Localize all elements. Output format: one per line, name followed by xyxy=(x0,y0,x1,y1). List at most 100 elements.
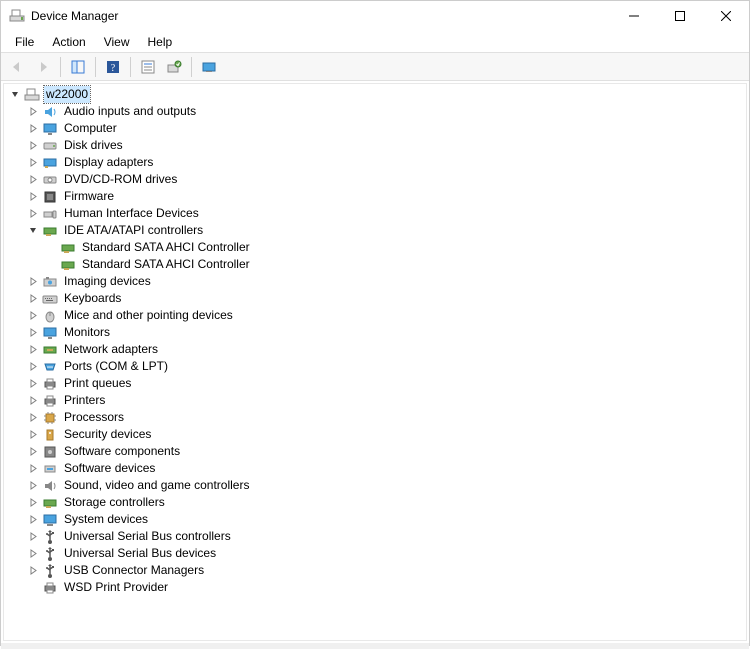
disk-icon xyxy=(42,138,58,154)
window-title: Device Manager xyxy=(31,9,611,23)
tree-category-hid[interactable]: Human Interface Devices xyxy=(4,205,746,222)
maximize-button[interactable] xyxy=(657,1,703,31)
software-device-icon xyxy=(42,461,58,477)
chevron-right-icon[interactable] xyxy=(26,139,40,153)
network-icon xyxy=(42,342,58,358)
tree-label: Network adapters xyxy=(62,341,160,358)
chevron-right-icon[interactable] xyxy=(26,207,40,221)
ide-controller-icon xyxy=(42,223,58,239)
chevron-right-icon[interactable] xyxy=(26,394,40,408)
tree-label: Human Interface Devices xyxy=(62,205,201,222)
system-icon xyxy=(42,512,58,528)
chevron-right-icon[interactable] xyxy=(26,309,40,323)
hid-icon xyxy=(42,206,58,222)
tree-label: DVD/CD-ROM drives xyxy=(62,171,179,188)
tree-category-usbconnector[interactable]: USB Connector Managers xyxy=(4,562,746,579)
chevron-right-icon[interactable] xyxy=(26,496,40,510)
close-button[interactable] xyxy=(703,1,749,31)
svg-text:?: ? xyxy=(111,63,116,74)
show-hide-console-tree-button[interactable] xyxy=(66,56,90,78)
tree-label: Firmware xyxy=(62,188,116,205)
chevron-right-icon[interactable] xyxy=(26,513,40,527)
menu-view[interactable]: View xyxy=(96,33,138,51)
device-tree[interactable]: w22000 Audio inputs and outputs Computer… xyxy=(3,83,747,641)
chevron-right-icon[interactable] xyxy=(26,428,40,442)
chevron-right-icon[interactable] xyxy=(26,564,40,578)
tree-category-ports[interactable]: Ports (COM & LPT) xyxy=(4,358,746,375)
keyboard-icon xyxy=(42,291,58,307)
chevron-right-icon[interactable] xyxy=(26,190,40,204)
tree-category-disk[interactable]: Disk drives xyxy=(4,137,746,154)
menu-help[interactable]: Help xyxy=(140,33,181,51)
tree-category-keyboards[interactable]: Keyboards xyxy=(4,290,746,307)
chevron-right-icon[interactable] xyxy=(26,173,40,187)
tree-label: Computer xyxy=(62,120,119,137)
tree-category-system[interactable]: System devices xyxy=(4,511,746,528)
chevron-right-icon[interactable] xyxy=(26,411,40,425)
monitor-icon xyxy=(42,121,58,137)
chevron-down-icon[interactable] xyxy=(26,224,40,238)
chevron-right-icon[interactable] xyxy=(26,105,40,119)
menu-file[interactable]: File xyxy=(7,33,42,51)
tree-category-usbdevices[interactable]: Universal Serial Bus devices xyxy=(4,545,746,562)
tree-category-printers[interactable]: Printers xyxy=(4,392,746,409)
tree-category-computer[interactable]: Computer xyxy=(4,120,746,137)
chevron-right-icon[interactable] xyxy=(26,275,40,289)
chevron-right-icon[interactable] xyxy=(26,377,40,391)
tree-label: Security devices xyxy=(62,426,153,443)
chevron-right-icon[interactable] xyxy=(26,479,40,493)
chevron-right-icon[interactable] xyxy=(26,530,40,544)
tree-label: Ports (COM & LPT) xyxy=(62,358,170,375)
tree-category-swcomponents[interactable]: Software components xyxy=(4,443,746,460)
tree-category-swdevices[interactable]: Software devices xyxy=(4,460,746,477)
tree-item-sata-controller[interactable]: Standard SATA AHCI Controller xyxy=(4,256,746,273)
chevron-right-icon[interactable] xyxy=(26,547,40,561)
chevron-right-icon[interactable] xyxy=(26,360,40,374)
chevron-right-icon[interactable] xyxy=(26,326,40,340)
app-icon xyxy=(9,8,25,24)
chevron-right-icon[interactable] xyxy=(26,292,40,306)
chevron-down-icon[interactable] xyxy=(8,88,22,102)
tree-category-usbcontrollers[interactable]: Universal Serial Bus controllers xyxy=(4,528,746,545)
devices-by-type-button[interactable] xyxy=(197,56,221,78)
tree-category-security[interactable]: Security devices xyxy=(4,426,746,443)
tree-root-label: w22000 xyxy=(44,86,90,103)
footer-strip xyxy=(1,643,749,649)
help-button[interactable]: ? xyxy=(101,56,125,78)
tree-label: Universal Serial Bus devices xyxy=(62,545,218,562)
tree-label: Sound, video and game controllers xyxy=(62,477,251,494)
tree-category-wsd[interactable]: WSD Print Provider xyxy=(4,579,746,596)
menu-action[interactable]: Action xyxy=(44,33,93,51)
tree-root[interactable]: w22000 xyxy=(4,86,746,103)
tree-category-sound[interactable]: Sound, video and game controllers xyxy=(4,477,746,494)
tree-category-display[interactable]: Display adapters xyxy=(4,154,746,171)
tree-category-network[interactable]: Network adapters xyxy=(4,341,746,358)
tree-category-imaging[interactable]: Imaging devices xyxy=(4,273,746,290)
tree-label: Disk drives xyxy=(62,137,125,154)
back-button[interactable] xyxy=(5,56,29,78)
tree-category-printqueues[interactable]: Print queues xyxy=(4,375,746,392)
monitor-icon xyxy=(42,325,58,341)
scan-hardware-button[interactable] xyxy=(162,56,186,78)
tree-category-storage[interactable]: Storage controllers xyxy=(4,494,746,511)
tree-category-processors[interactable]: Processors xyxy=(4,409,746,426)
tree-item-sata-controller[interactable]: Standard SATA AHCI Controller xyxy=(4,239,746,256)
usb-icon xyxy=(42,563,58,579)
tree-category-ide[interactable]: IDE ATA/ATAPI controllers xyxy=(4,222,746,239)
chevron-right-icon[interactable] xyxy=(26,156,40,170)
tree-label: Standard SATA AHCI Controller xyxy=(80,239,252,256)
tree-category-audio[interactable]: Audio inputs and outputs xyxy=(4,103,746,120)
properties-button[interactable] xyxy=(136,56,160,78)
tree-category-monitors[interactable]: Monitors xyxy=(4,324,746,341)
usb-icon xyxy=(42,546,58,562)
tree-category-firmware[interactable]: Firmware xyxy=(4,188,746,205)
minimize-button[interactable] xyxy=(611,1,657,31)
tree-category-dvd[interactable]: DVD/CD-ROM drives xyxy=(4,171,746,188)
chevron-right-icon[interactable] xyxy=(26,462,40,476)
forward-button[interactable] xyxy=(31,56,55,78)
chevron-right-icon[interactable] xyxy=(26,122,40,136)
chevron-right-icon[interactable] xyxy=(26,343,40,357)
chevron-right-icon[interactable] xyxy=(26,445,40,459)
tree-label: Display adapters xyxy=(62,154,155,171)
tree-category-mice[interactable]: Mice and other pointing devices xyxy=(4,307,746,324)
